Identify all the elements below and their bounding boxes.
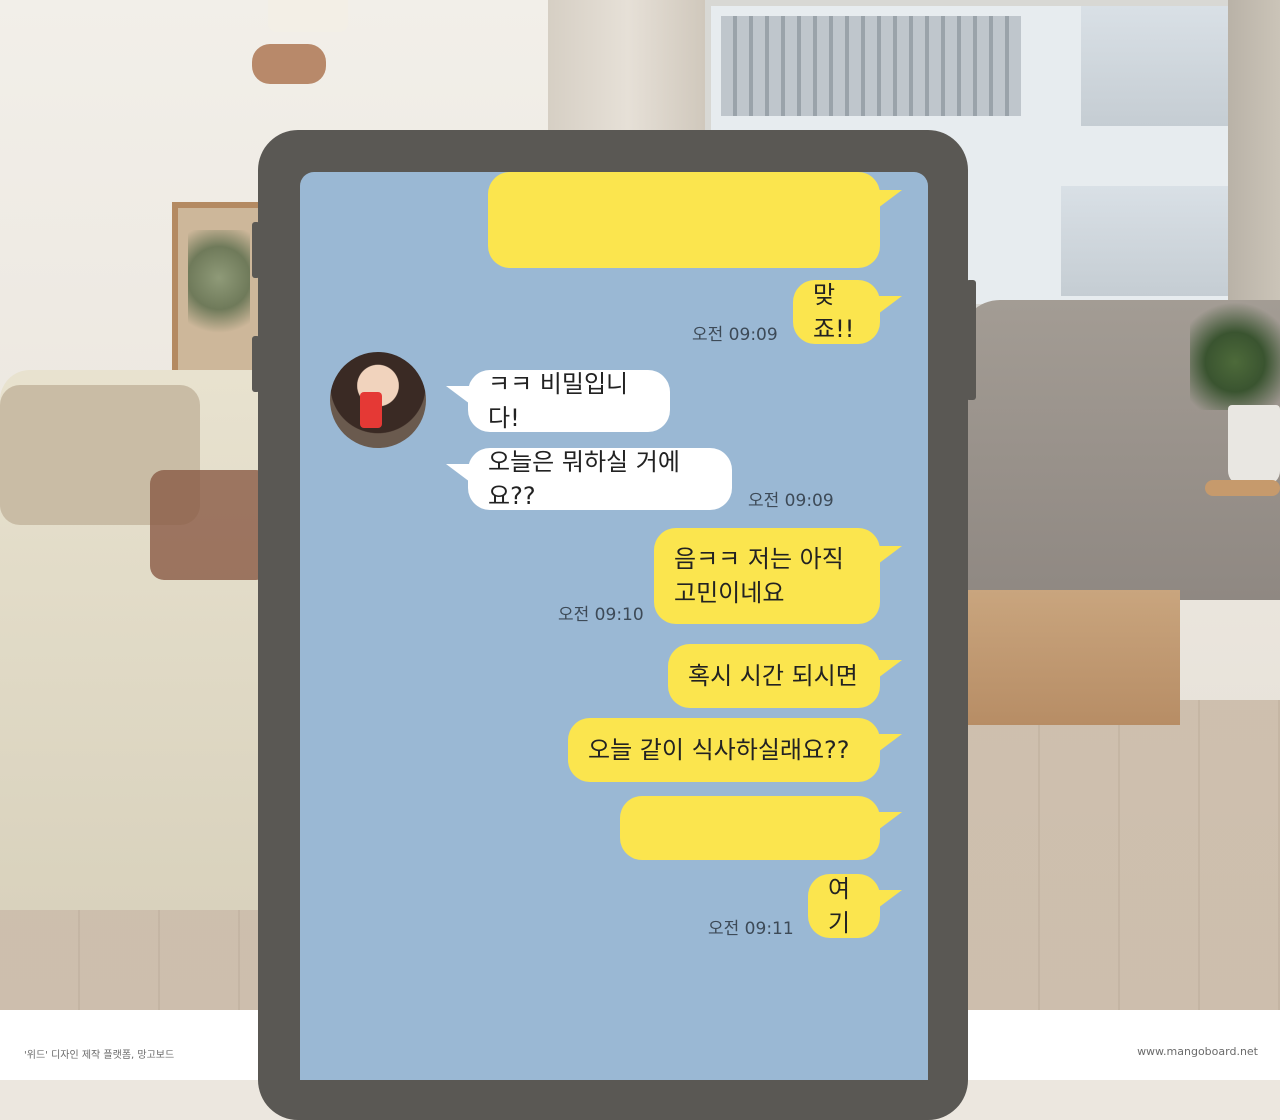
bubble-tail [878, 660, 902, 678]
plaid-throw [150, 470, 270, 580]
plant-pot [1228, 405, 1280, 485]
bubble-tail [878, 890, 902, 908]
volume-button [252, 336, 260, 392]
message-bubble-sent[interactable]: 혹시 시간 되시면 [668, 644, 880, 708]
bubble-tail [446, 386, 470, 404]
bubble-tail [878, 812, 902, 830]
wall-lamp-shade [268, 0, 348, 32]
message-time: 오전 09:09 [748, 491, 834, 511]
message-time: 오전 09:10 [558, 605, 644, 625]
message-bubble-sent[interactable]: 음ㅋㅋ 저는 아직 고민이네요 [654, 528, 880, 624]
chat-screen[interactable]: 맞죠!! 오전 09:09 ㅋㅋ 비밀입니다! 오늘은 뭐하실 거에요?? 오전… [300, 172, 928, 1080]
message-time: 오전 09:11 [708, 919, 794, 939]
bubble-tail [878, 190, 902, 208]
power-button [966, 280, 976, 400]
wall-lamp-arm [252, 44, 326, 84]
avatar[interactable] [330, 352, 426, 448]
message-bubble-sent[interactable]: 맞죠!! [793, 280, 880, 344]
window-pane [1061, 186, 1231, 296]
message-bubble-sent[interactable]: 오늘 같이 식사하실래요?? [568, 718, 880, 782]
bubble-tail [878, 296, 902, 314]
message-bubble-sent[interactable] [488, 172, 880, 268]
message-bubble-received[interactable]: 오늘은 뭐하실 거에요?? [468, 448, 732, 510]
window-pane [1081, 6, 1231, 126]
building-view [721, 16, 1021, 116]
avatar-phone-detail [360, 392, 382, 428]
message-bubble-sent[interactable] [620, 796, 880, 860]
message-bubble-sent[interactable]: 여기 [808, 874, 880, 938]
bubble-tail [878, 546, 902, 564]
message-line: 음ㅋㅋ 저는 아직 [674, 545, 844, 573]
wooden-stool [1205, 480, 1280, 496]
bubble-tail [878, 734, 902, 752]
credit-left: '위드' 디자인 제작 플랫폼, 망고보드 [24, 1050, 175, 1061]
message-time: 오전 09:09 [692, 325, 778, 345]
message-line: 고민이네요 [674, 579, 785, 607]
credit-right: www.mangoboard.net [1137, 1045, 1258, 1058]
message-bubble-received[interactable]: ㅋㅋ 비밀입니다! [468, 370, 670, 432]
bubble-tail [446, 464, 470, 482]
plant-artwork [188, 230, 250, 350]
bed-frame [960, 590, 1180, 725]
potted-plant [1190, 290, 1280, 410]
volume-button [252, 222, 260, 278]
